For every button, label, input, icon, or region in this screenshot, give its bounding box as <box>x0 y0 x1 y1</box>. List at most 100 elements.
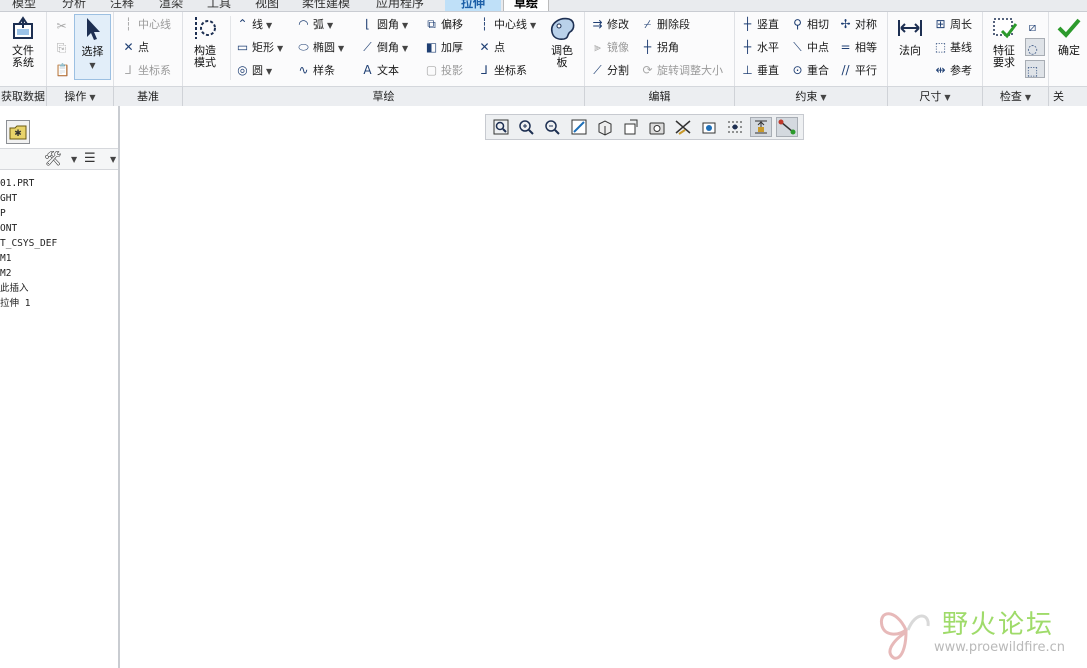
zoom-in-button[interactable] <box>516 117 538 137</box>
tangent-constraint-button[interactable]: ⚲ 相切 <box>791 14 829 34</box>
sketch-view-button[interactable] <box>724 117 746 137</box>
vertical-constraint-button[interactable]: ┼ 竖直 <box>741 14 779 34</box>
tab-tools[interactable]: 工具 <box>201 0 237 11</box>
rectangle-button[interactable]: ▭ 矩形 ▼ <box>236 37 283 57</box>
equal-constraint-button[interactable]: = 相等 <box>839 37 877 57</box>
tab-flexible-modeling[interactable]: 柔性建模 <box>296 0 356 11</box>
tree-item[interactable]: 01.PRT <box>0 176 118 191</box>
datum-point-button[interactable]: ✕ 点 <box>122 37 149 57</box>
arc-button[interactable]: ◠ 弧 ▼ <box>297 14 333 34</box>
zoom-out-button[interactable] <box>542 117 564 137</box>
tab-extrude[interactable]: 拉伸 <box>445 0 501 11</box>
reference-button[interactable]: ⇹ 参考 <box>934 60 972 80</box>
refit-button[interactable] <box>490 117 512 137</box>
coincident-icon: ⊙ <box>792 63 803 77</box>
chamfer-button[interactable]: ⟋ 倒角 ▼ <box>361 37 408 57</box>
chamfer-label: 倒角 <box>377 41 399 54</box>
tree-item[interactable]: T_CSYS_DEF <box>0 236 118 251</box>
group-label-inspect[interactable]: 检查 ▼ <box>983 86 1049 106</box>
sketch-point-button[interactable]: ✕ 点 <box>478 37 505 57</box>
vertex-display-toggle[interactable] <box>776 117 798 137</box>
file-system-button[interactable]: 文件 系统 <box>4 14 42 69</box>
tree-item[interactable]: ONT <box>0 221 118 236</box>
symmetric-constraint-button[interactable]: ✢ 对称 <box>839 14 877 34</box>
chamfer-icon: ⟋ <box>363 40 372 54</box>
feature-requirements-button[interactable]: 特征 要求 <box>986 14 1022 69</box>
copy-button[interactable]: ⎘ <box>55 38 71 58</box>
arc-label: 弧 <box>313 18 324 31</box>
offset-button[interactable]: ⧉ 偏移 <box>425 14 463 34</box>
tab-applications[interactable]: 应用程序 <box>370 0 430 11</box>
settings-list-icon[interactable]: ☰ <box>84 151 96 166</box>
group-label-dimension[interactable]: 尺寸 ▼ <box>888 86 983 106</box>
arc-icon: ◠ <box>298 17 309 31</box>
display-style-button[interactable] <box>594 117 616 137</box>
sketch-csys-button[interactable]: ⅃ 坐标系 <box>478 60 527 80</box>
view-manager-button[interactable] <box>646 117 668 137</box>
tab-render[interactable]: 渲染 <box>153 0 189 11</box>
confirm-button[interactable]: 确定 <box>1051 14 1087 57</box>
csys-icon: ⅃ <box>125 63 132 77</box>
ellipse-button[interactable]: ⬭ 椭圆 ▼ <box>297 37 344 57</box>
spin-center-button[interactable] <box>698 117 720 137</box>
delete-segment-button[interactable]: ⌿ 删除段 <box>641 14 690 34</box>
tree-item[interactable]: M1 <box>0 251 118 266</box>
paste-button[interactable]: 📋 <box>55 60 71 80</box>
tree-item[interactable]: M2 <box>0 266 118 281</box>
chevron-down-icon[interactable]: ▼ <box>110 155 116 164</box>
baseline-button[interactable]: ⬚ 基线 <box>934 37 972 57</box>
normal-dimension-button[interactable]: 法向 <box>892 14 928 57</box>
fillet-button[interactable]: ⌊ 圆角 ▼ <box>361 14 408 34</box>
midpoint-constraint-button[interactable]: ⟍ 中点 <box>791 37 829 57</box>
open-ends-icon: ◌ <box>1027 42 1038 56</box>
tree-item[interactable]: P <box>0 206 118 221</box>
butterfly-logo-icon <box>879 612 930 660</box>
rotate-resize-button[interactable]: ⟳ 旋转调整大小 <box>641 60 723 80</box>
folder-browser-tab[interactable]: ✱ <box>6 120 30 144</box>
mirror-button[interactable]: ⫸ 镜像 <box>591 37 629 57</box>
tab-analysis[interactable]: 分析 <box>56 0 92 11</box>
perimeter-button[interactable]: ⊞ 周长 <box>934 14 972 34</box>
modify-label: 修改 <box>607 18 629 31</box>
highlight-open-ends-button[interactable]: ◌ <box>1025 38 1045 56</box>
overlap-geometry-button[interactable]: ⧄ <box>1025 16 1045 34</box>
select-button[interactable]: 选择 ▼ <box>74 14 111 80</box>
horizontal-constraint-button[interactable]: ┼ 水平 <box>741 37 779 57</box>
group-label-operations[interactable]: 操作 ▼ <box>47 86 114 106</box>
divide-button[interactable]: ⟋ 分割 <box>591 60 629 80</box>
thicken-button[interactable]: ◧ 加厚 <box>425 37 463 57</box>
chevron-down-icon[interactable]: ▼ <box>71 155 77 164</box>
tab-model[interactable]: 模型 <box>6 0 42 11</box>
circle-button[interactable]: ◎ 圆 ▼ <box>236 60 272 80</box>
palette-button[interactable]: 调色 板 <box>543 14 581 69</box>
tree-item[interactable]: 拉伸 1 <box>0 296 118 311</box>
line-button[interactable]: ⌃ 线 ▼ <box>236 14 272 34</box>
parallel-constraint-button[interactable]: // 平行 <box>839 60 877 80</box>
tab-view[interactable]: 视图 <box>249 0 285 11</box>
group-label-constrain[interactable]: 约束 ▼ <box>735 86 888 106</box>
datum-display-button[interactable] <box>672 117 694 137</box>
coincident-constraint-button[interactable]: ⊙ 重合 <box>791 60 829 80</box>
text-button[interactable]: A 文本 <box>361 60 399 80</box>
chevron-down-icon[interactable]: ▼ <box>75 60 110 72</box>
sketch-centerline-button[interactable]: ┆ 中心线 ▼ <box>478 14 536 34</box>
tree-item[interactable]: 此插入 <box>0 281 118 296</box>
tab-annotate[interactable]: 注释 <box>104 0 140 11</box>
datum-csys-button[interactable]: ⅃ 坐标系 <box>122 60 171 80</box>
group-label-edit: 编辑 <box>585 86 735 106</box>
spline-button[interactable]: ∿ 样条 <box>297 60 335 80</box>
tree-item[interactable]: GHT <box>0 191 118 206</box>
datum-centerline-button[interactable]: ┆ 中心线 <box>122 14 171 34</box>
dimension-display-toggle[interactable] <box>750 117 772 137</box>
project-button[interactable]: ▢ 投影 <box>425 60 463 80</box>
modify-button[interactable]: ⇉ 修改 <box>591 14 629 34</box>
shade-closed-loops-button[interactable]: ⬚ <box>1025 60 1045 78</box>
tools-icon[interactable]: 🛠 <box>44 151 62 167</box>
corner-button[interactable]: ┼ 拐角 <box>641 37 679 57</box>
cut-button[interactable]: ✂ <box>55 16 71 36</box>
tab-sketch[interactable]: 草绘 <box>503 0 549 11</box>
construct-mode-button[interactable]: 构造 模式 <box>187 14 223 69</box>
perpendicular-constraint-button[interactable]: ⊥ 垂直 <box>741 60 779 80</box>
repaint-button[interactable] <box>568 117 590 137</box>
saved-orientations-button[interactable] <box>620 117 642 137</box>
